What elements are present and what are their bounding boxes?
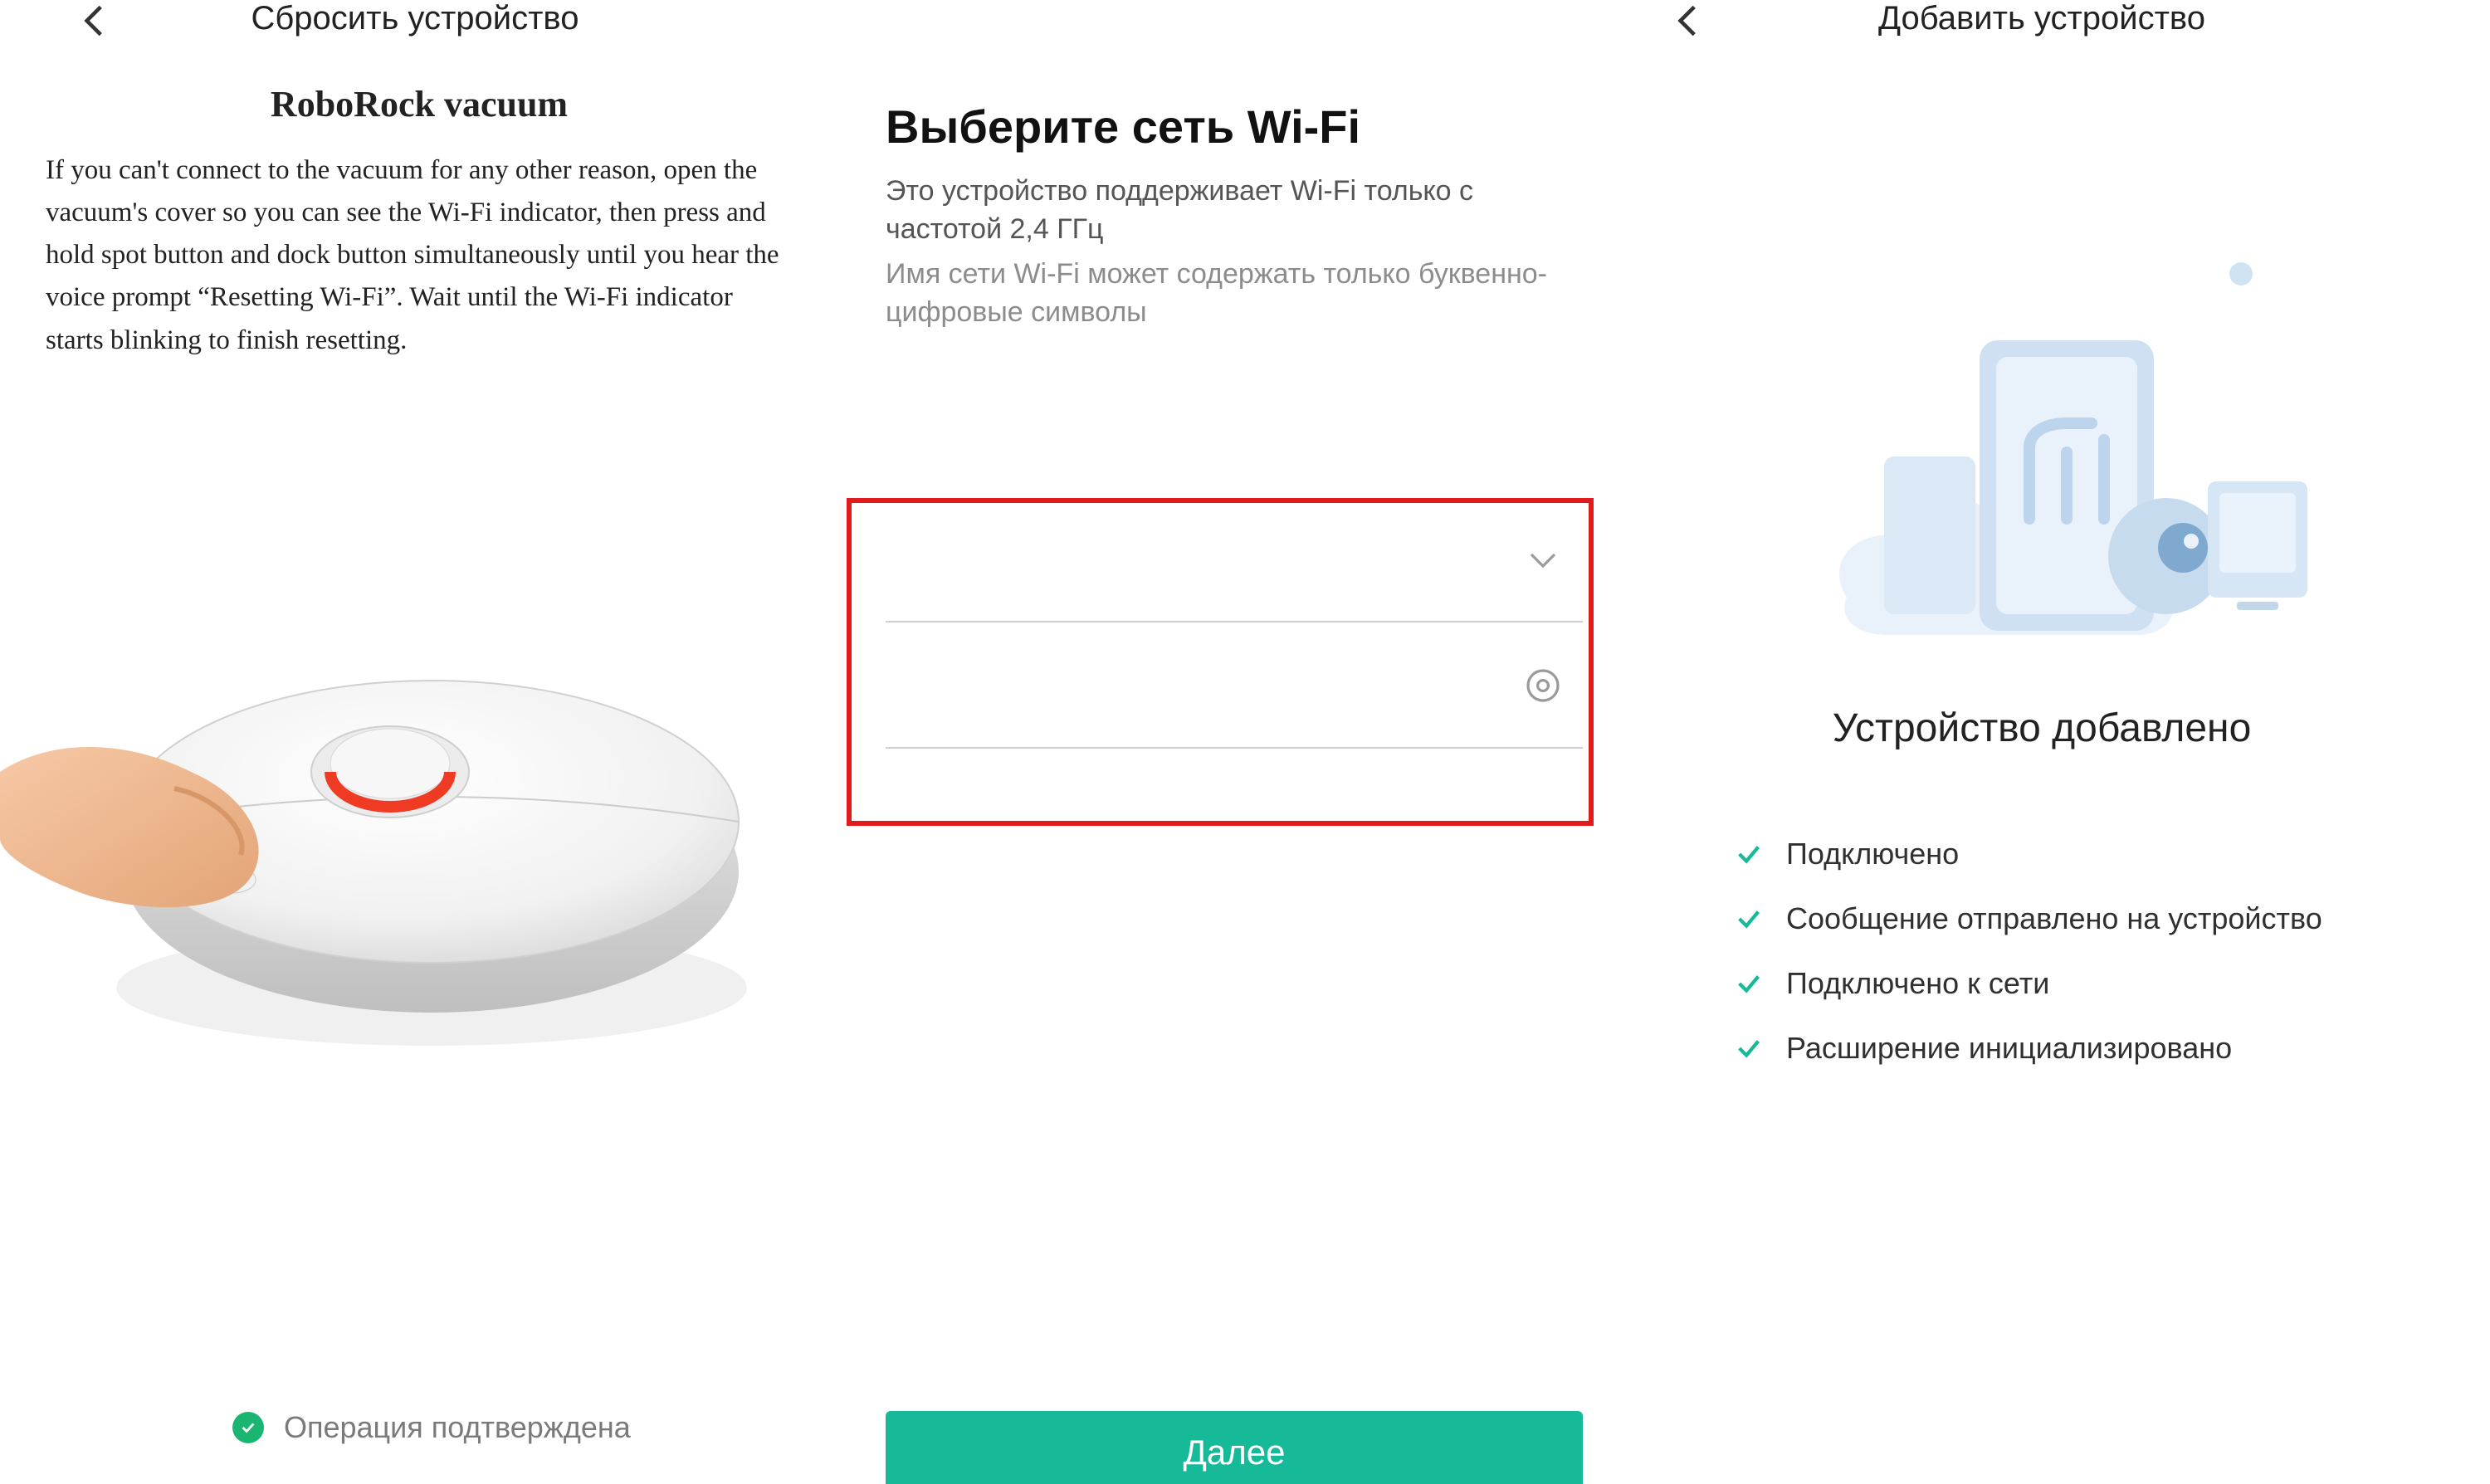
- eye-icon[interactable]: [1523, 666, 1563, 705]
- list-item: Сообщение отправлено на устройство: [1735, 886, 2415, 951]
- check-icon: [1735, 1034, 1763, 1062]
- operation-confirmed-label: Операция подтверждена: [284, 1410, 631, 1445]
- list-item: Подключено: [1735, 822, 2415, 886]
- next-button[interactable]: Далее: [886, 1411, 1583, 1484]
- vacuum-illustration: [0, 523, 822, 1096]
- panel1-title: Сбросить устройство: [75, 0, 755, 37]
- wifi-password-input[interactable]: [906, 668, 1523, 703]
- devices-illustration: [1818, 241, 2316, 672]
- check-badge-icon: [232, 1412, 264, 1443]
- list-item: Подключено к сети: [1735, 951, 2415, 1016]
- wifi-password-field[interactable]: [886, 624, 1583, 749]
- step-label: Расширение инициализировано: [1786, 1031, 2232, 1066]
- chevron-down-icon[interactable]: [1523, 539, 1563, 579]
- setup-steps-list: Подключено Сообщение отправлено на устро…: [1735, 822, 2415, 1081]
- step-label: Сообщение отправлено на устройство: [1786, 901, 2322, 936]
- check-icon: [1735, 969, 1763, 998]
- device-name-heading: RoboRock vacuum: [46, 83, 793, 125]
- wifi-ssid-field[interactable]: [886, 498, 1583, 622]
- wifi-ssid-input[interactable]: [906, 542, 1523, 577]
- check-icon: [1735, 905, 1763, 933]
- list-item: Расширение инициализировано: [1735, 1016, 2415, 1081]
- step-label: Подключено: [1786, 837, 1959, 871]
- wifi-name-note: Имя сети Wi-Fi может содержать только бу…: [886, 256, 1558, 332]
- reset-instructions: If you can't connect to the vacuum for a…: [46, 149, 793, 362]
- check-icon: [1735, 840, 1763, 868]
- step-label: Подключено к сети: [1786, 966, 2049, 1001]
- device-added-heading: Устройство добавлено: [1668, 705, 2415, 751]
- wifi-freq-note: Это устройство поддерживает Wi-Fi только…: [886, 173, 1558, 249]
- panel3-title: Добавить устройство: [1668, 0, 2415, 37]
- panel3-header: Добавить устройство: [1668, 0, 2415, 58]
- next-button-label: Далее: [1183, 1433, 1285, 1472]
- wifi-select-title: Выберите сеть Wi-Fi: [886, 100, 1360, 154]
- operation-confirmed-status: Операция подтверждена: [232, 1403, 813, 1452]
- panel1-header: Сбросить устройство: [75, 0, 755, 30]
